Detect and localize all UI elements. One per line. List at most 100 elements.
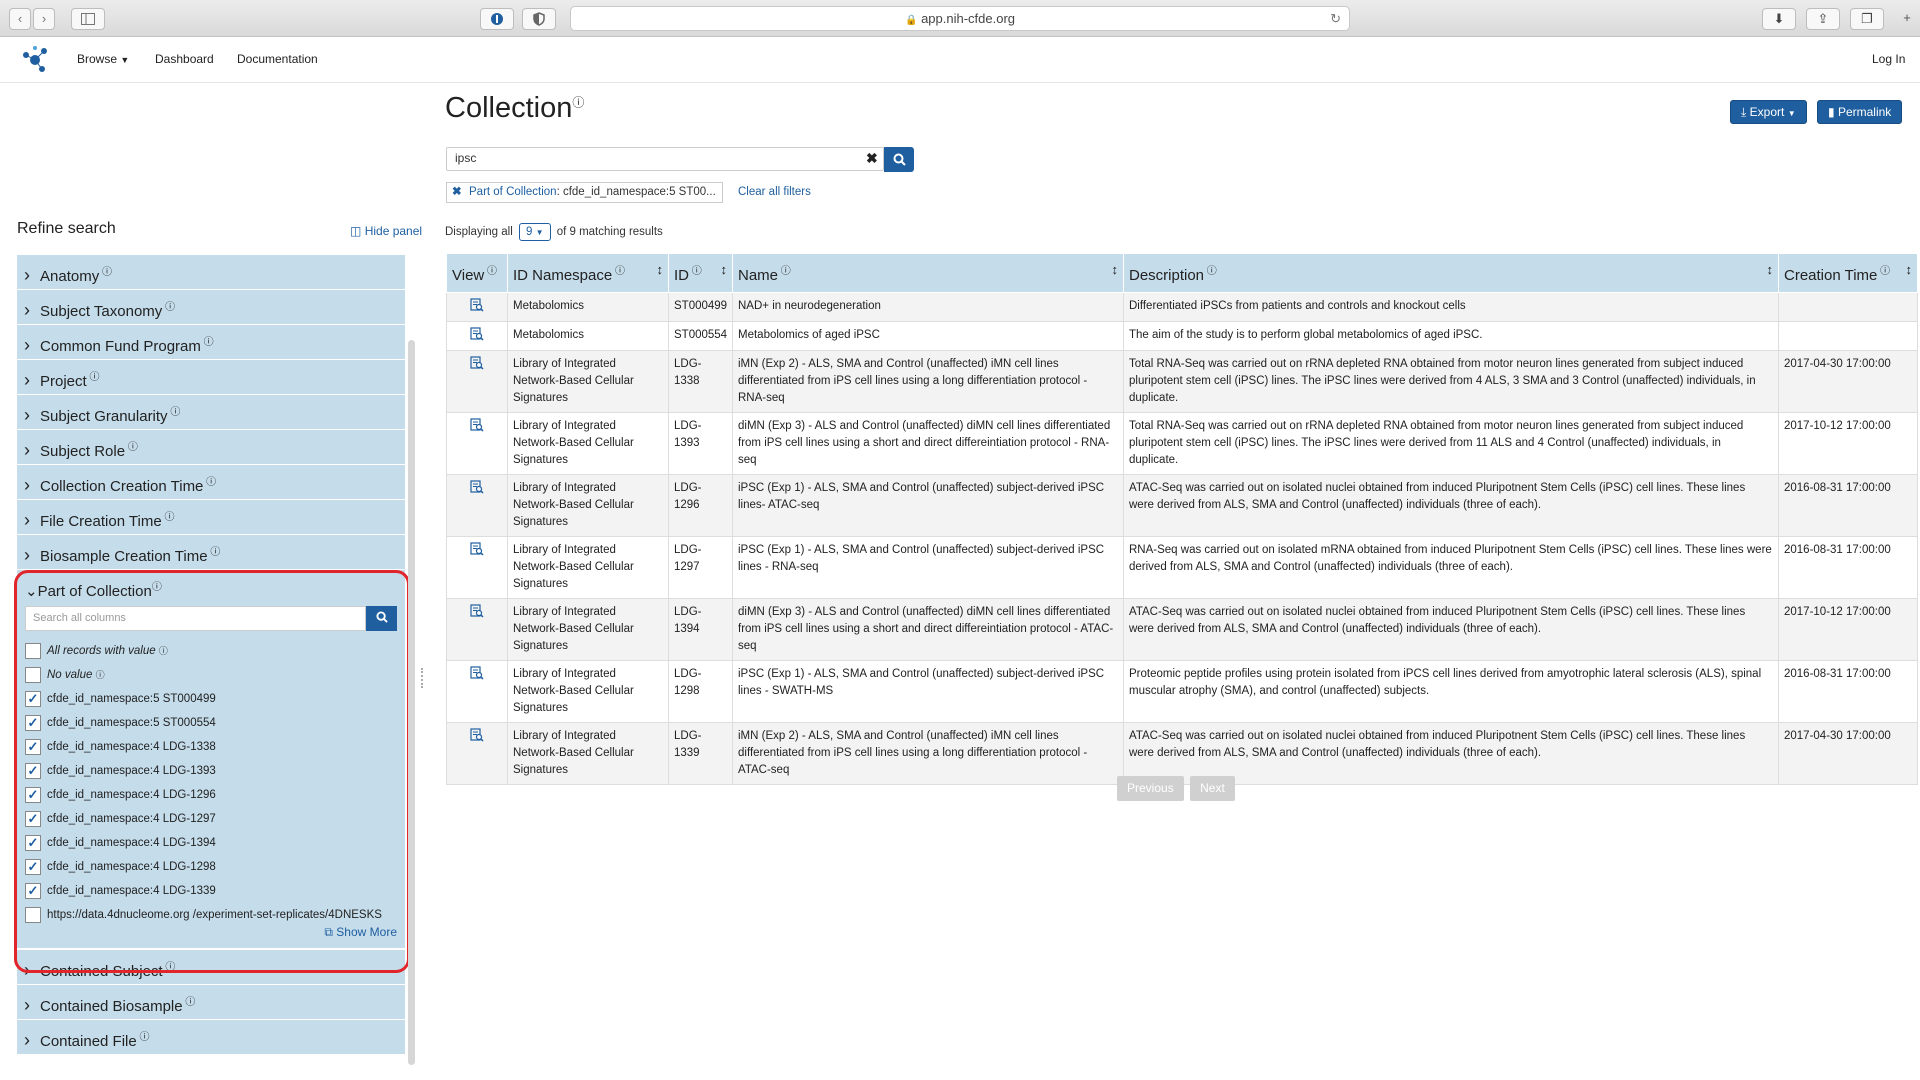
- address-url: app.nih-cfde.org: [921, 11, 1016, 26]
- info-icon: ⓘ: [1877, 266, 1891, 277]
- view-record-icon[interactable]: [470, 356, 484, 370]
- info-icon: ⓘ: [136, 1032, 150, 1043]
- column-header-label: View: [452, 267, 485, 284]
- nav-documentation[interactable]: Documentation: [237, 52, 318, 66]
- view-record-icon[interactable]: [470, 604, 484, 618]
- facet-file-creation-time[interactable]: › File Creation Time ⓘ: [17, 500, 405, 535]
- info-icon: ⓘ: [778, 266, 791, 277]
- nav-dashboard[interactable]: Dashboard: [155, 52, 214, 66]
- facet-label: Project: [40, 373, 87, 390]
- page-size-select[interactable]: 9 ▼: [518, 223, 551, 241]
- facet-biosample-creation-time[interactable]: › Biosample Creation Time ⓘ: [17, 535, 405, 570]
- column-header-name[interactable]: Name ⓘ ↕: [732, 253, 1124, 293]
- table-cell-creation-time: 2016-08-31 17:00:00: [1778, 536, 1918, 599]
- column-header-creation-time[interactable]: Creation Time ⓘ ↕: [1778, 253, 1918, 293]
- panel-resize-handle[interactable]: [421, 668, 425, 688]
- sidebar-toggle-button[interactable]: [71, 8, 105, 30]
- plus-icon: +: [1903, 10, 1911, 25]
- next-button[interactable]: Next: [1190, 776, 1235, 801]
- table-row: Library of Integrated Network-Based Cell…: [446, 598, 1918, 661]
- clear-search-icon[interactable]: ✖: [866, 150, 878, 167]
- share-icon: ⇪: [1817, 11, 1829, 26]
- view-record-icon[interactable]: [470, 666, 484, 680]
- table-cell-creation-time: 2017-04-30 17:00:00: [1778, 722, 1918, 785]
- view-record-icon[interactable]: [470, 542, 484, 556]
- table-cell-id: ST000499: [668, 292, 733, 322]
- previous-button[interactable]: Previous: [1117, 776, 1184, 801]
- password-manager-button[interactable]: [480, 8, 514, 30]
- facet-collection-creation-time[interactable]: › Collection Creation Time ⓘ: [17, 465, 405, 500]
- address-bar[interactable]: 🔒 app.nih-cfde.org ↻: [570, 6, 1350, 31]
- column-header-label: Creation Time: [1784, 267, 1878, 284]
- view-record-icon[interactable]: [470, 728, 484, 742]
- bookmark-icon: ▮: [1828, 105, 1835, 119]
- logo-icon[interactable]: [22, 45, 48, 75]
- view-record-icon[interactable]: [470, 298, 484, 312]
- column-header-id[interactable]: ID ⓘ ↕: [668, 253, 733, 293]
- sort-icon[interactable]: ↕: [721, 262, 728, 277]
- tabs-overview-button[interactable]: ❐: [1850, 8, 1884, 30]
- app-navbar: Browse ▼ Dashboard Documentation Log In: [0, 38, 1920, 83]
- export-button[interactable]: ⤓ Export ▼: [1730, 100, 1807, 124]
- downloads-button[interactable]: ⬇: [1762, 8, 1796, 30]
- filter-chip[interactable]: ✖ Part of Collection: cfde_id_namespace:…: [446, 182, 723, 203]
- chevron-right-icon: ›: [24, 545, 30, 565]
- sort-icon[interactable]: ↕: [657, 262, 664, 277]
- chevron-right-icon: ›: [24, 475, 30, 495]
- sidebar-scrollbar[interactable]: [408, 340, 415, 1065]
- facet-common-fund-program[interactable]: › Common Fund Program ⓘ: [17, 325, 405, 360]
- remove-filter-icon[interactable]: ✖: [452, 183, 462, 202]
- filter-chip-label: Part of Collection: [469, 186, 557, 198]
- info-icon: ⓘ: [200, 337, 214, 348]
- lock-icon: 🔒: [904, 15, 918, 26]
- table-cell-id: ST000554: [668, 321, 733, 351]
- hide-panel-link[interactable]: ◫ Hide panel: [350, 224, 422, 238]
- share-button[interactable]: ⇪: [1806, 8, 1840, 30]
- facet-subject-taxonomy[interactable]: › Subject Taxonomy ⓘ: [17, 290, 405, 325]
- view-record-icon[interactable]: [470, 418, 484, 432]
- facet-label: File Creation Time: [40, 513, 162, 530]
- view-record-icon[interactable]: [470, 327, 484, 341]
- search-button[interactable]: [884, 147, 914, 172]
- clear-all-filters-link[interactable]: Clear all filters: [738, 186, 811, 198]
- search-input[interactable]: ipsc: [446, 147, 884, 171]
- column-header-label: ID: [674, 267, 689, 284]
- table-cell-name: iMN (Exp 2) - ALS, SMA and Control (unaf…: [732, 350, 1124, 413]
- permalink-button[interactable]: ▮ Permalink: [1817, 100, 1903, 124]
- facet-label: Subject Granularity: [40, 408, 168, 425]
- column-header-description[interactable]: Description ⓘ ↕: [1123, 253, 1779, 293]
- results-table: View ⓘ ID Namespace ⓘ ↕ ID ⓘ ↕ Name ⓘ ↕ Descrip…: [446, 253, 1918, 785]
- nav-login[interactable]: Log In: [1872, 52, 1905, 66]
- facet-subject-granularity[interactable]: › Subject Granularity ⓘ: [17, 395, 405, 430]
- table-cell-id: LDG-1297: [668, 536, 733, 599]
- column-header-id-namespace[interactable]: ID Namespace ⓘ ↕: [507, 253, 669, 293]
- sort-icon[interactable]: ↕: [1906, 262, 1913, 277]
- table-cell-description: ATAC-Seq was carried out on isolated nuc…: [1123, 474, 1779, 537]
- back-button[interactable]: ‹: [9, 8, 31, 30]
- info-icon: ⓘ: [612, 266, 625, 277]
- chevron-right-icon: ›: [24, 300, 30, 320]
- view-cell: [446, 412, 508, 475]
- sidebar-icon: [81, 13, 95, 25]
- nav-browse[interactable]: Browse ▼: [77, 52, 129, 66]
- facet-label: Common Fund Program: [40, 338, 201, 355]
- info-icon: ⓘ: [572, 95, 585, 110]
- sort-icon[interactable]: ↕: [1112, 262, 1119, 277]
- new-tab-button[interactable]: +: [1896, 8, 1918, 30]
- sort-icon[interactable]: ↕: [1767, 262, 1774, 277]
- forward-button[interactable]: ›: [33, 8, 55, 30]
- facet-contained-biosample[interactable]: › Contained Biosample ⓘ: [17, 985, 405, 1020]
- table-cell-description: The aim of the study is to perform globa…: [1123, 321, 1779, 351]
- view-record-icon[interactable]: [470, 480, 484, 494]
- table-cell-description: ATAC-Seq was carried out on isolated nuc…: [1123, 598, 1779, 661]
- facet-contained-file[interactable]: › Contained File ⓘ: [17, 1020, 405, 1055]
- forward-icon: ›: [41, 11, 47, 26]
- facet-project[interactable]: › Project ⓘ: [17, 360, 405, 395]
- reload-icon[interactable]: ↻: [1330, 7, 1341, 30]
- facet-subject-role[interactable]: › Subject Role ⓘ: [17, 430, 405, 465]
- facet-anatomy[interactable]: › Anatomy ⓘ: [17, 255, 405, 290]
- privacy-button[interactable]: [522, 8, 556, 30]
- key-shield-icon: [491, 13, 503, 25]
- column-header-view[interactable]: View ⓘ: [446, 253, 508, 293]
- view-cell: [446, 474, 508, 537]
